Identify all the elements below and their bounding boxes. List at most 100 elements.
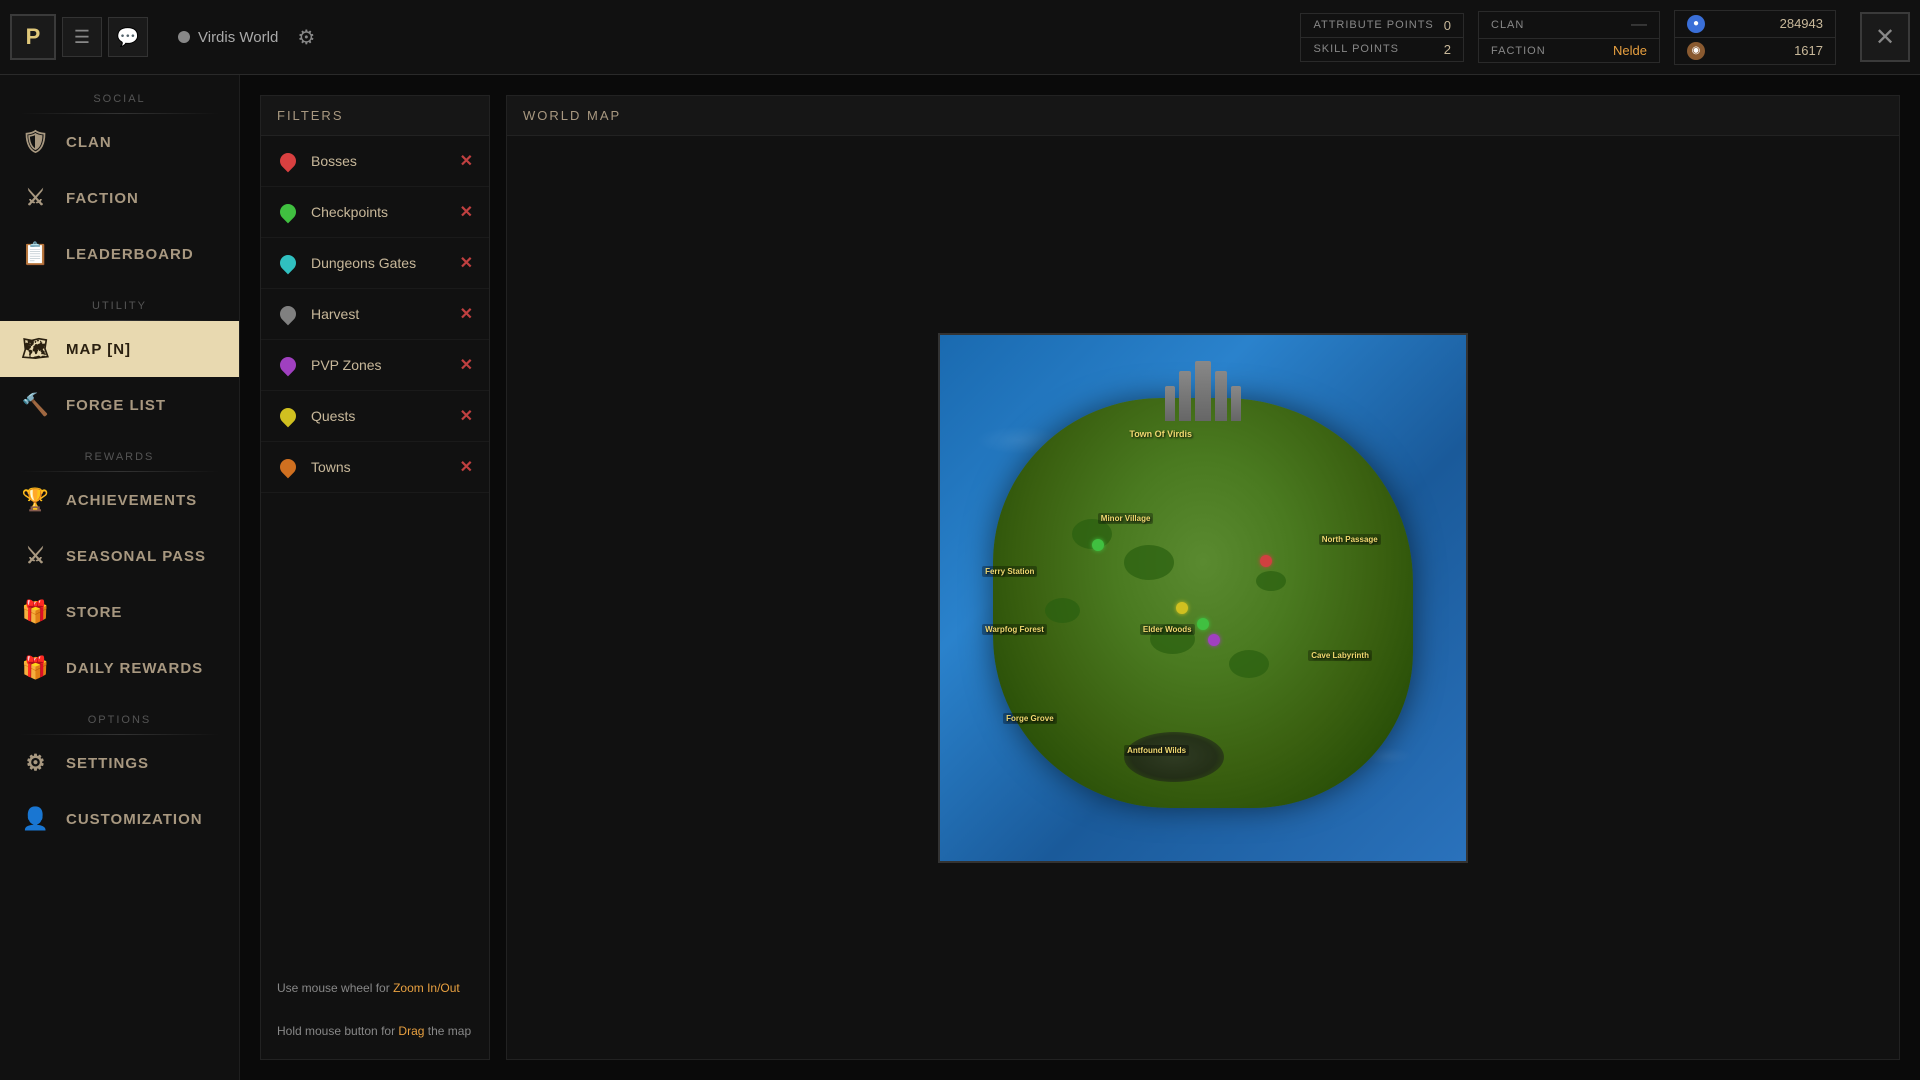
world-indicator: Virdis World bbox=[178, 29, 278, 46]
towns-close-icon[interactable]: ✕ bbox=[460, 457, 473, 477]
filter-quests[interactable]: Quests ✕ bbox=[261, 391, 489, 442]
leaderboard-icon: 📋 bbox=[20, 238, 52, 270]
store-icon: 🎁 bbox=[20, 596, 52, 628]
pvp-pin-icon bbox=[277, 354, 299, 376]
social-section-label: SOCIAL bbox=[0, 75, 239, 113]
world-name: Virdis World bbox=[198, 29, 278, 46]
currency2-amount: 1617 bbox=[1794, 43, 1823, 58]
map-label: MAP [N] bbox=[66, 341, 131, 358]
sidebar-item-faction[interactable]: ⚔ FACTION bbox=[0, 170, 239, 226]
dungeons-label: Dungeons Gates bbox=[311, 255, 448, 271]
warpfog-label: Warpfog Forest bbox=[982, 624, 1047, 635]
cave-labyrinth-label: Cave Labyrinth bbox=[1308, 650, 1372, 661]
sidebar-item-seasonal[interactable]: ⚔ SEASONAL PASS bbox=[0, 528, 239, 584]
harvest-close-icon[interactable]: ✕ bbox=[460, 304, 473, 324]
clan-row: CLAN — bbox=[1479, 12, 1659, 39]
currency-group: ● 284943 ◉ 1617 bbox=[1674, 10, 1836, 65]
mountains bbox=[1124, 732, 1224, 782]
sidebar-item-customization[interactable]: 👤 CUSTOMIZATION bbox=[0, 791, 239, 847]
map-pin-quest1[interactable] bbox=[1176, 602, 1188, 614]
zoom-highlight: Zoom In/Out bbox=[393, 981, 460, 995]
quests-close-icon[interactable]: ✕ bbox=[460, 406, 473, 426]
hint1-text: Use mouse wheel for bbox=[277, 981, 393, 995]
settings-icon: ⚙ bbox=[20, 747, 52, 779]
checkpoints-close-icon[interactable]: ✕ bbox=[460, 202, 473, 222]
currency1-icon: ● bbox=[1687, 15, 1705, 33]
ferry-station-label: Ferry Station bbox=[982, 566, 1037, 577]
faction-label: FACTION bbox=[66, 190, 139, 207]
bosses-label: Bosses bbox=[311, 153, 448, 169]
daily-icon: 🎁 bbox=[20, 652, 52, 684]
sidebar: SOCIAL 🛡 CLAN ⚔ FACTION 📋 LEADERBOARD UT… bbox=[0, 75, 240, 1080]
hint2-text: Hold mouse button for bbox=[277, 1024, 398, 1038]
settings-label: SETTINGS bbox=[66, 755, 149, 772]
achievements-label: ACHIEVEMENTS bbox=[66, 492, 197, 509]
filter-towns[interactable]: Towns ✕ bbox=[261, 442, 489, 493]
checkpoints-pin-icon bbox=[277, 201, 299, 223]
faction-label: FACTION bbox=[1491, 45, 1603, 57]
hint-zoom: Use mouse wheel for Zoom In/Out bbox=[277, 978, 473, 1000]
map-pin-boss1[interactable] bbox=[1260, 555, 1272, 567]
filters-hint: Use mouse wheel for Zoom In/Out Hold mou… bbox=[261, 962, 489, 1059]
filter-checkpoints[interactable]: Checkpoints ✕ bbox=[261, 187, 489, 238]
sidebar-item-daily[interactable]: 🎁 DAILY REWARDS bbox=[0, 640, 239, 696]
content-area: FILTERS Bosses ✕ Checkpoints ✕ Dung bbox=[240, 75, 1920, 1080]
tower-right bbox=[1231, 386, 1241, 421]
sidebar-item-achievements[interactable]: 🏆 ACHIEVEMENTS bbox=[0, 472, 239, 528]
achievements-icon: 🏆 bbox=[20, 484, 52, 516]
sidebar-item-forge[interactable]: 🔨 FORGE LIST bbox=[0, 377, 239, 433]
clan-value: — bbox=[1631, 16, 1647, 34]
daily-label: DAILY REWARDS bbox=[66, 660, 203, 677]
sidebar-item-leaderboard[interactable]: 📋 LEADERBOARD bbox=[0, 226, 239, 282]
map-icon: 🗺 bbox=[20, 333, 52, 365]
hint-drag: Hold mouse button for Drag the map bbox=[277, 1021, 473, 1043]
tower-center bbox=[1195, 361, 1211, 421]
logo-icon: P bbox=[10, 14, 56, 60]
hint2-end: the map bbox=[424, 1024, 471, 1038]
currency1-amount: 284943 bbox=[1780, 16, 1823, 31]
quests-pin-icon bbox=[277, 405, 299, 427]
antfound-wilds-label: Antfound Wilds bbox=[1124, 745, 1189, 756]
filter-pvp[interactable]: PVP Zones ✕ bbox=[261, 340, 489, 391]
filter-bosses[interactable]: Bosses ✕ bbox=[261, 136, 489, 187]
map-pin-checkpoint1[interactable] bbox=[1092, 539, 1104, 551]
map-container[interactable]: Town Of Virdis Elder Woods Antfound Wild… bbox=[507, 136, 1899, 1059]
skill-points-label: SKILL POINTS bbox=[1313, 43, 1433, 55]
sidebar-item-clan[interactable]: 🛡 CLAN bbox=[0, 114, 239, 170]
bosses-close-icon[interactable]: ✕ bbox=[460, 151, 473, 171]
utility-section-label: UTILITY bbox=[0, 282, 239, 320]
clan-icon: 🛡 bbox=[20, 126, 52, 158]
close-button[interactable]: ✕ bbox=[1860, 12, 1910, 62]
sidebar-item-settings[interactable]: ⚙ SETTINGS bbox=[0, 735, 239, 791]
castle-towers bbox=[1165, 361, 1241, 421]
filter-harvest[interactable]: Harvest ✕ bbox=[261, 289, 489, 340]
minor-village-label: Minor Village bbox=[1098, 513, 1154, 524]
filters-header: FILTERS bbox=[261, 96, 489, 136]
town-virdis-label: Town Of Virdis bbox=[1129, 429, 1192, 439]
skill-points-value: 2 bbox=[1444, 42, 1451, 57]
map-pin-checkpoint2[interactable] bbox=[1197, 618, 1209, 630]
clan-faction-group: CLAN — FACTION Nelde bbox=[1478, 11, 1660, 63]
towns-pin-icon bbox=[277, 456, 299, 478]
drag-highlight: Drag bbox=[398, 1024, 424, 1038]
dungeons-close-icon[interactable]: ✕ bbox=[460, 253, 473, 273]
faction-value: Nelde bbox=[1613, 43, 1647, 58]
map-pin-pvp1[interactable] bbox=[1208, 634, 1220, 646]
stat-group-points: ATTRIBUTE POINTS 0 SKILL POINTS 2 bbox=[1300, 13, 1464, 62]
quests-label: Quests bbox=[311, 408, 448, 424]
harvest-pin-icon bbox=[277, 303, 299, 325]
map-panel: WORLD MAP bbox=[506, 95, 1900, 1060]
customization-icon: 👤 bbox=[20, 803, 52, 835]
map-image[interactable]: Town Of Virdis Elder Woods Antfound Wild… bbox=[938, 333, 1468, 863]
settings-gear-icon[interactable]: ⚙ bbox=[288, 19, 324, 55]
chat-icon[interactable]: 💬 bbox=[108, 17, 148, 57]
customization-label: CUSTOMIZATION bbox=[66, 811, 203, 828]
checkpoints-label: Checkpoints bbox=[311, 204, 448, 220]
filter-dungeons[interactable]: Dungeons Gates ✕ bbox=[261, 238, 489, 289]
sidebar-item-map[interactable]: 🗺 MAP [N] bbox=[0, 321, 239, 377]
faction-icon: ⚔ bbox=[20, 182, 52, 214]
menu-icon[interactable]: ☰ bbox=[62, 17, 102, 57]
dungeons-pin-icon bbox=[277, 252, 299, 274]
pvp-close-icon[interactable]: ✕ bbox=[460, 355, 473, 375]
sidebar-item-store[interactable]: 🎁 STORE bbox=[0, 584, 239, 640]
